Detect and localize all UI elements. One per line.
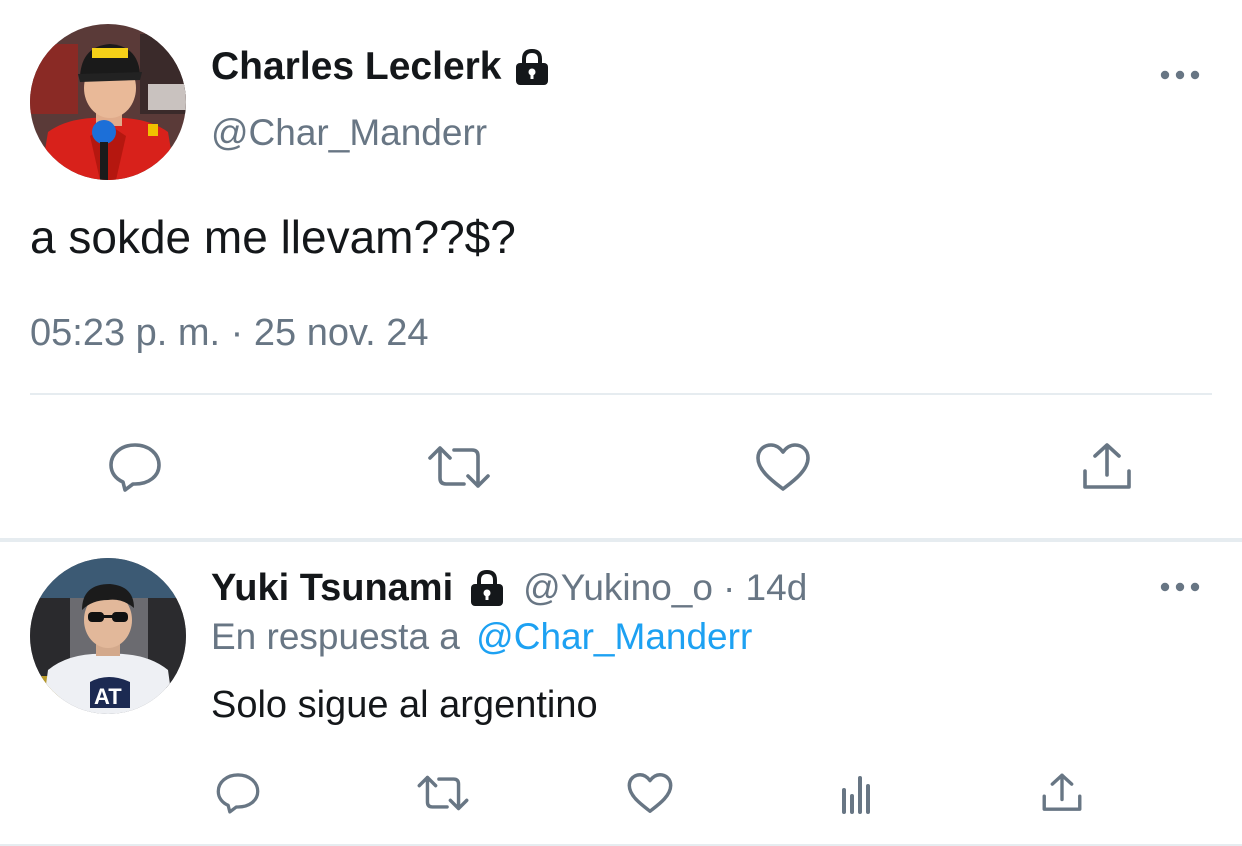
main-tweet-avatar[interactable] [30, 24, 186, 180]
svg-text:AT: AT [94, 684, 122, 709]
reply-text: Solo sigue al argentino [211, 684, 598, 726]
main-tweet-author-row: Charles Leclerk [211, 42, 552, 92]
like-icon[interactable] [750, 436, 816, 498]
reply-icon[interactable] [210, 766, 266, 820]
display-name[interactable]: Yuki Tsunami [211, 567, 453, 610]
user-handle[interactable]: @Char_Manderr [211, 112, 487, 154]
time-ago[interactable]: · 14d [723, 567, 807, 609]
share-icon[interactable] [1074, 436, 1140, 498]
main-tweet: Charles Leclerk @Char_Manderr a sokde me… [0, 0, 1242, 540]
like-icon[interactable] [622, 766, 678, 820]
reply-tweet-avatar[interactable]: AT [30, 558, 186, 714]
lock-icon [467, 568, 507, 608]
reply-tweet[interactable]: AT Yuki Tsunami @Yukino_o · 14d En respu… [0, 542, 1242, 846]
in-reply-handle-link[interactable]: @Char_Manderr [476, 616, 752, 657]
user-handle[interactable]: @Yukino_o [523, 567, 713, 609]
tweet-timestamp[interactable]: 05:23 p. m. · 25 nov. 24 [30, 312, 429, 355]
analytics-icon[interactable] [828, 768, 884, 820]
retweet-icon[interactable] [412, 766, 474, 820]
ellipsis-icon[interactable] [1152, 60, 1208, 90]
in-reply-to: En respuesta a @Char_Manderr [211, 616, 752, 658]
reply-icon[interactable] [100, 436, 170, 498]
retweet-icon[interactable] [422, 436, 496, 498]
tweet-text: a sokde me llevam??$? [30, 211, 516, 263]
ellipsis-icon[interactable] [1152, 572, 1208, 602]
divider [30, 393, 1212, 395]
share-icon[interactable] [1034, 766, 1090, 820]
reply-author-row: Yuki Tsunami @Yukino_o · 14d [211, 564, 807, 612]
display-name[interactable]: Charles Leclerk [211, 45, 502, 89]
in-reply-prefix: En respuesta a [211, 616, 460, 657]
lock-icon [512, 47, 552, 87]
